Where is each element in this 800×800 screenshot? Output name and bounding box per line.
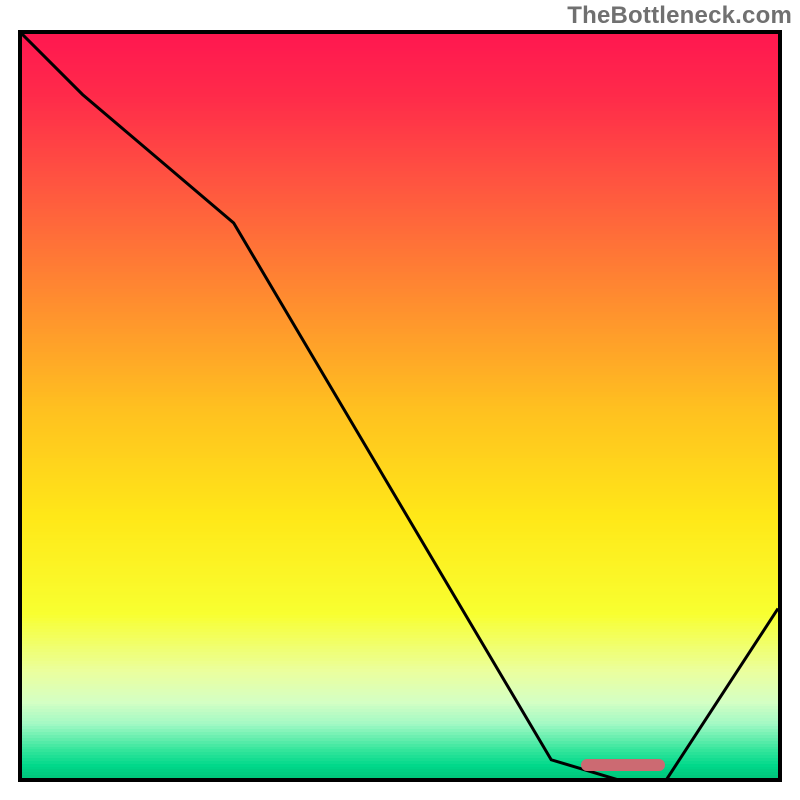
chart-curve-layer — [22, 34, 778, 782]
chart-plot-area — [18, 30, 782, 782]
watermark-text: TheBottleneck.com — [567, 2, 792, 30]
bottleneck-curve-path — [22, 34, 778, 782]
optimal-range-marker — [581, 759, 664, 771]
